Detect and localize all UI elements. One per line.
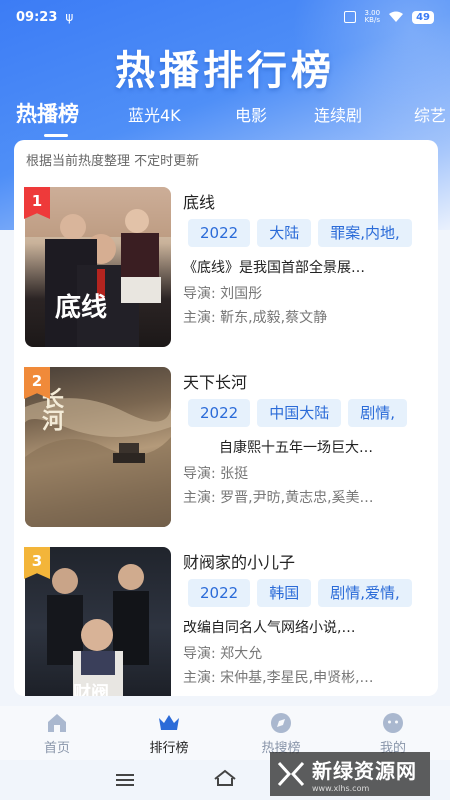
- item-description: 自康熙十五年一场巨大…: [219, 440, 373, 456]
- watermark-url: www.xlhs.com: [312, 784, 370, 793]
- item-director: 导演: 郑大允: [183, 646, 263, 662]
- home-nav-icon[interactable]: [212, 768, 238, 788]
- battery-level: 49: [412, 10, 434, 24]
- compass-icon: [271, 713, 291, 733]
- usb-icon: ψ: [65, 10, 74, 24]
- item-director: 导演: 张挺: [183, 466, 249, 482]
- item-cast: 主演: 宋仲基,李星民,申贤彬,…: [183, 670, 374, 686]
- list-note: 根据当前热度整理 不定时更新: [26, 154, 200, 169]
- tag-year[interactable]: 2022: [188, 219, 251, 247]
- status-bar: 09:23 ψ 3.00 KB/s 49: [0, 0, 450, 34]
- network-speed-unit: KB/s: [364, 16, 380, 24]
- poster-title-text: 底线: [55, 293, 108, 323]
- nav-mine[interactable]: 我的: [348, 712, 438, 756]
- watermark: 新绿资源网 www.xlhs.com: [270, 752, 430, 796]
- item-title[interactable]: 财阀家的小儿子: [183, 549, 295, 573]
- home-icon: [48, 714, 66, 732]
- nav-home[interactable]: 首页: [12, 712, 102, 756]
- crown-icon: [159, 715, 179, 730]
- item-director: 导演: 刘国彤: [183, 286, 263, 302]
- tab-series[interactable]: 连续剧: [314, 102, 362, 126]
- item-cast: 主演: 罗晋,尹昉,黄志忠,奚美…: [183, 490, 374, 506]
- menu-icon[interactable]: [114, 772, 136, 788]
- list-item[interactable]: 财阀 3 财阀家的小儿子 2022 韩国 剧情,爱情, 改编自同名人气网络小说,… …: [14, 547, 438, 696]
- ranking-list: 根据当前热度整理 不定时更新 底线 1 底线 2022 大陆 罪案,内地, 《底线》…: [14, 140, 438, 696]
- page-title: 热播排行榜: [115, 48, 335, 94]
- tag-row: 2022 大陆 罪案,内地,: [188, 219, 438, 247]
- tab-movie[interactable]: 电影: [235, 102, 267, 126]
- vibrate-icon: [344, 11, 357, 23]
- tag-region[interactable]: 韩国: [257, 579, 312, 607]
- watermark-text: 新绿资源网: [312, 759, 417, 783]
- tag-genre[interactable]: 剧情,: [348, 399, 407, 427]
- tag-row: 2022 韩国 剧情,爱情,: [188, 579, 438, 607]
- tag-genre[interactable]: 罪案,内地,: [318, 219, 412, 247]
- tab-variety[interactable]: 综艺: [414, 102, 446, 126]
- watermark-logo-icon: [277, 761, 305, 787]
- item-title[interactable]: 天下长河: [183, 369, 247, 393]
- tag-year[interactable]: 2022: [188, 399, 251, 427]
- status-time: 09:23: [16, 9, 58, 25]
- tag-genre[interactable]: 剧情,爱情,: [318, 579, 412, 607]
- item-title[interactable]: 底线: [183, 189, 215, 213]
- tag-row: 2022 中国大陆 剧情,: [188, 399, 438, 427]
- category-tabs: 热播榜 蓝光4K 电影 连续剧 综艺: [0, 96, 450, 136]
- tab-hot[interactable]: 热播榜: [16, 98, 79, 128]
- nav-ranking-label: 排行榜: [149, 741, 189, 756]
- tag-region[interactable]: 大陆: [257, 219, 312, 247]
- tag-year[interactable]: 2022: [188, 579, 251, 607]
- tag-region[interactable]: 中国大陆: [257, 399, 342, 427]
- list-item[interactable]: 底线 1 底线 2022 大陆 罪案,内地, 《底线》是我国首部全景展… 导演: 刘…: [14, 187, 438, 347]
- nav-ranking[interactable]: 排行榜: [124, 712, 214, 756]
- nav-home-label: 首页: [43, 741, 70, 756]
- nav-hot-search[interactable]: 热搜榜: [236, 712, 326, 756]
- active-tab-indicator: [44, 134, 68, 137]
- list-item[interactable]: 长河 2 天下长河 2022 中国大陆 剧情, 自康熙十五年一场巨大… 导演: 张挺…: [14, 367, 438, 527]
- item-description: 《底线》是我国首部全景展…: [183, 260, 365, 276]
- item-description: 改编自同名人气网络小说,…: [183, 620, 356, 636]
- face-icon: [383, 713, 403, 733]
- poster-title-text: 财阀: [73, 683, 109, 696]
- wifi-icon: [389, 11, 404, 22]
- tab-bluray-4k[interactable]: 蓝光4K: [128, 102, 181, 126]
- network-speed: 3.00 KB/s: [364, 10, 380, 24]
- item-cast: 主演: 靳东,成毅,蔡文静: [183, 310, 328, 326]
